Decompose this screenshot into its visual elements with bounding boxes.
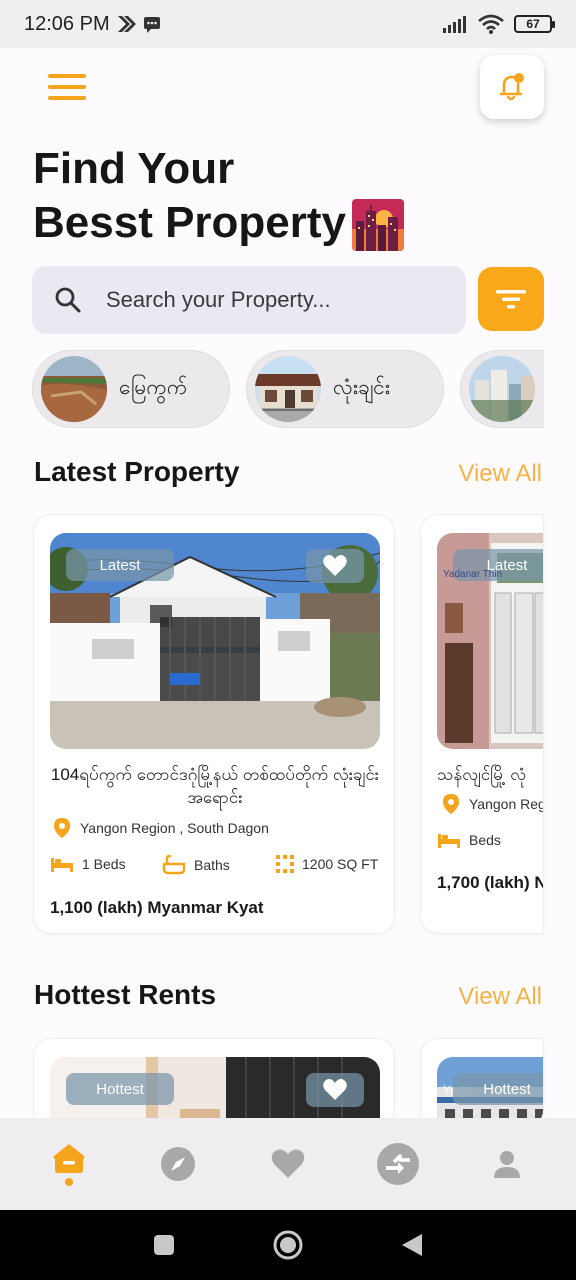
hottest-badge: Hottest [66, 1073, 174, 1105]
home-button-icon[interactable] [272, 1229, 304, 1261]
category-chips: မြေကွက် လုံးချင်း [32, 350, 544, 428]
heart-icon [323, 1079, 347, 1100]
favorite-button[interactable] [306, 549, 364, 583]
land-thumbnail [41, 356, 107, 422]
active-indicator [64, 1178, 73, 1186]
bed-icon [438, 834, 460, 848]
hottest-section-title: Hottest Rents [34, 979, 217, 1010]
category-label: မြေကွက် [119, 375, 188, 399]
area-text: 1200 SQ FT [302, 856, 379, 872]
house-thumbnail [255, 356, 321, 422]
title-line-1: Find Your [33, 144, 235, 193]
system-navigation-bar [0, 1210, 576, 1280]
page-title: Find Your Besst Property [33, 142, 405, 252]
nav-profile[interactable] [477, 1129, 537, 1199]
beds-text: 1 Beds [82, 856, 126, 872]
latest-view-all-link[interactable]: View All [458, 460, 542, 488]
category-label: လုံးချင်း [333, 375, 391, 399]
latest-property-card-1[interactable]: Latest 104ရပ်ကွက် တောင်ဒဂုံမြို့နယ် တစ်ထ… [33, 514, 395, 934]
property-price: 1,100 (lakh) Myanmar Kyat [50, 898, 264, 917]
property-location: Yangon Regi [441, 793, 544, 815]
title-line-2: Besst Property [33, 198, 347, 247]
filter-icon [496, 290, 526, 309]
category-chip-apartment[interactable] [460, 350, 544, 428]
property-price: 1,700 (lakh) N [437, 873, 544, 892]
notification-button[interactable] [480, 55, 544, 119]
recents-button-icon[interactable] [152, 1233, 176, 1257]
compass-icon [161, 1147, 196, 1181]
heart-icon [271, 1149, 305, 1178]
search-bar[interactable]: Search your Property... [32, 266, 466, 334]
beds-info: Beds [437, 831, 501, 849]
latest-section-title: Latest Property [34, 456, 240, 487]
battery-level: 67 [526, 17, 540, 31]
location-text: Yangon Regi [469, 796, 544, 812]
notification-icon [117, 16, 136, 32]
hottest-rent-card-1[interactable]: Hottest [33, 1038, 395, 1128]
beds-text: Beds [469, 832, 501, 848]
baths-text: Baths [194, 857, 230, 873]
search-input[interactable]: Search your Property... [106, 287, 331, 313]
notification-bell-icon [499, 73, 524, 101]
property-title: သန်လျင်မြို့ လုံ [437, 765, 527, 784]
search-icon [55, 287, 81, 313]
category-chip-house[interactable]: လုံးချင်း [246, 350, 444, 428]
nav-compare[interactable] [368, 1129, 428, 1199]
back-button-icon[interactable] [400, 1232, 424, 1258]
apartment-thumbnail [469, 356, 535, 422]
property-location: Yangon Region , South Dagon [52, 817, 269, 839]
message-icon [143, 17, 160, 33]
status-time: 12:06 PM [24, 12, 110, 35]
beds-info: 1 Beds [50, 855, 126, 873]
battery-icon: 67 [514, 15, 555, 33]
hottest-badge: Hottest [453, 1073, 543, 1105]
image-watermark: Yadanar Thin [443, 569, 503, 580]
wifi-icon [478, 14, 504, 34]
filter-button[interactable] [478, 267, 544, 331]
profile-icon [494, 1151, 521, 1178]
hottest-view-all-link[interactable]: View All [458, 983, 542, 1011]
hottest-rent-card-2[interactable]: Yada Hottest [420, 1038, 544, 1128]
bottom-navigation [0, 1118, 576, 1210]
heart-icon [323, 555, 347, 576]
cityscape-icon [352, 199, 405, 252]
compare-arrows-icon [376, 1143, 419, 1185]
latest-property-card-2[interactable]: Latest Yadanar Thin သန်လျင်မြို့ လုံ Yan… [420, 514, 544, 934]
bathtub-icon [162, 855, 186, 875]
hamburger-menu-icon[interactable] [48, 72, 86, 102]
signal-icon [443, 16, 466, 33]
status-bar: 12:06 PM 67 [0, 0, 576, 48]
latest-badge: Latest [66, 549, 174, 581]
bed-icon [51, 858, 73, 872]
favorite-button[interactable] [306, 1073, 364, 1107]
area-grid-icon [276, 855, 294, 873]
area-info: 1200 SQ FT [276, 855, 378, 873]
home-icon [53, 1144, 85, 1173]
nav-home[interactable] [39, 1129, 99, 1199]
nav-favorites[interactable] [258, 1129, 318, 1199]
category-chip-land[interactable]: မြေကွက် [32, 350, 230, 428]
location-pin-icon [443, 794, 459, 814]
nav-explore[interactable] [148, 1129, 208, 1199]
property-title: 104ရပ်ကွက် တောင်ဒဂုံမြို့နယ် တစ်ထပ်တိုက်… [50, 765, 380, 807]
baths-info: Baths [162, 855, 230, 875]
location-text: Yangon Region , South Dagon [80, 820, 269, 836]
location-pin-icon [54, 818, 70, 838]
